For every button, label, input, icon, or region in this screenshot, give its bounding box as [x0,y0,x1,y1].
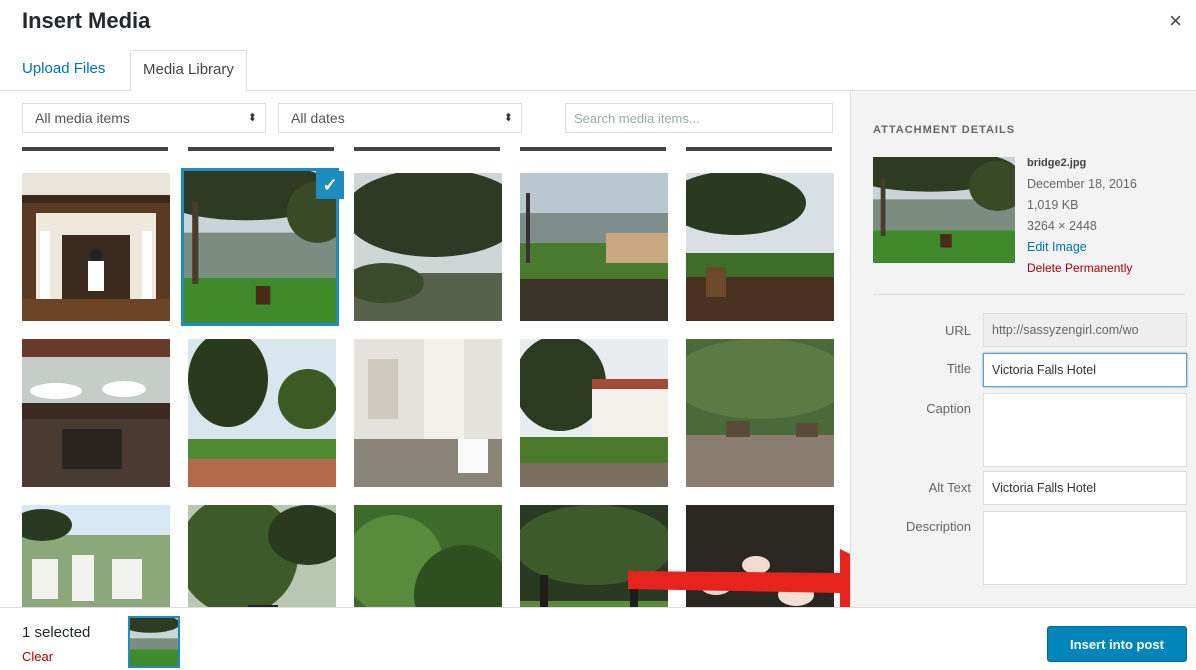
attachment-thumbnail[interactable] [520,339,668,487]
attachment-thumbnail[interactable] [188,339,336,487]
attachment-thumbnail[interactable] [520,173,668,321]
search-input[interactable] [565,103,833,133]
attachment-thumbnail-selected[interactable] [181,168,339,326]
title-field[interactable]: Victoria Falls Hotel [983,353,1187,387]
description-field[interactable] [983,511,1187,585]
attachment-thumbnail[interactable] [354,339,502,487]
attachment-thumbnail[interactable] [686,339,834,487]
attachment-details-panel: ATTACHMENT DETAILS bridge2.jpg December … [850,91,1196,607]
attachment-thumbnail[interactable] [354,173,502,321]
media-type-value: All media items [35,110,130,126]
details-divider [873,294,1185,295]
date-filter[interactable]: All dates ⬍ [278,103,522,133]
modal-title: Insert Media [22,8,151,33]
attachment-thumbnail[interactable] [188,505,336,607]
url-label: URL [944,323,971,338]
close-icon[interactable]: × [1169,8,1182,34]
attachment-dimensions: 3264 × 2448 [1027,219,1097,233]
media-tabs: Upload Files Media Library [0,46,1196,96]
attachment-preview-image [873,157,1015,263]
attachment-info: bridge2.jpg December 18, 2016 1,019 KB 3… [1027,153,1137,279]
attachment-thumbnail[interactable] [22,173,170,321]
date-filter-value: All dates [291,110,345,126]
partial-thumb-strip [22,147,168,151]
selection-thumbnail[interactable] [128,616,180,668]
url-field[interactable]: http://sassyzengirl.com/wo [983,313,1187,347]
title-label: Title [946,361,971,376]
media-browser: All media items ⬍ All dates ⬍ Search med… [0,91,850,607]
selection-count: 1 selected [22,624,91,641]
attachment-size: 1,019 KB [1027,198,1079,212]
edit-image-link[interactable]: Edit Image [1027,237,1137,258]
media-toolbar: All media items ⬍ All dates ⬍ [0,91,850,147]
description-label: Description [905,519,971,534]
select-arrows-icon: ⬍ [503,112,513,124]
partial-thumb-strip [354,147,500,151]
tab-upload-files[interactable]: Upload Files [10,50,117,91]
media-footer: 1 selected Clear Insert into post [0,607,1196,670]
attachment-thumbnail[interactable] [22,505,170,607]
attachments-grid: ✓ [0,147,850,607]
partial-thumb-strip [686,147,832,151]
attachment-thumbnail[interactable] [354,505,502,607]
attachment-thumbnail[interactable] [686,505,834,607]
alt-text-field[interactable]: Victoria Falls Hotel [983,471,1187,505]
alt-text-label: Alt Text [928,480,971,495]
caption-field[interactable] [983,393,1187,467]
selected-checkmark-icon[interactable]: ✓ [316,171,344,199]
media-type-filter[interactable]: All media items ⬍ [22,103,266,133]
attachment-date: December 18, 2016 [1027,177,1137,191]
attachment-details-heading: ATTACHMENT DETAILS [873,124,1016,136]
partial-thumb-strip [188,147,334,151]
delete-permanently-link[interactable]: Delete Permanently [1027,258,1137,279]
select-arrows-icon: ⬍ [247,112,257,124]
attachment-filename: bridge2.jpg [1027,157,1087,169]
attachment-thumbnail[interactable] [22,339,170,487]
attachment-thumbnail[interactable] [686,173,834,321]
insert-into-post-button[interactable]: Insert into post [1047,626,1187,662]
clear-selection-link[interactable]: Clear [22,649,53,664]
partial-thumb-strip [520,147,666,151]
attachment-thumbnail[interactable] [520,505,668,607]
tab-media-library[interactable]: Media Library [130,50,247,96]
caption-label: Caption [926,401,971,416]
